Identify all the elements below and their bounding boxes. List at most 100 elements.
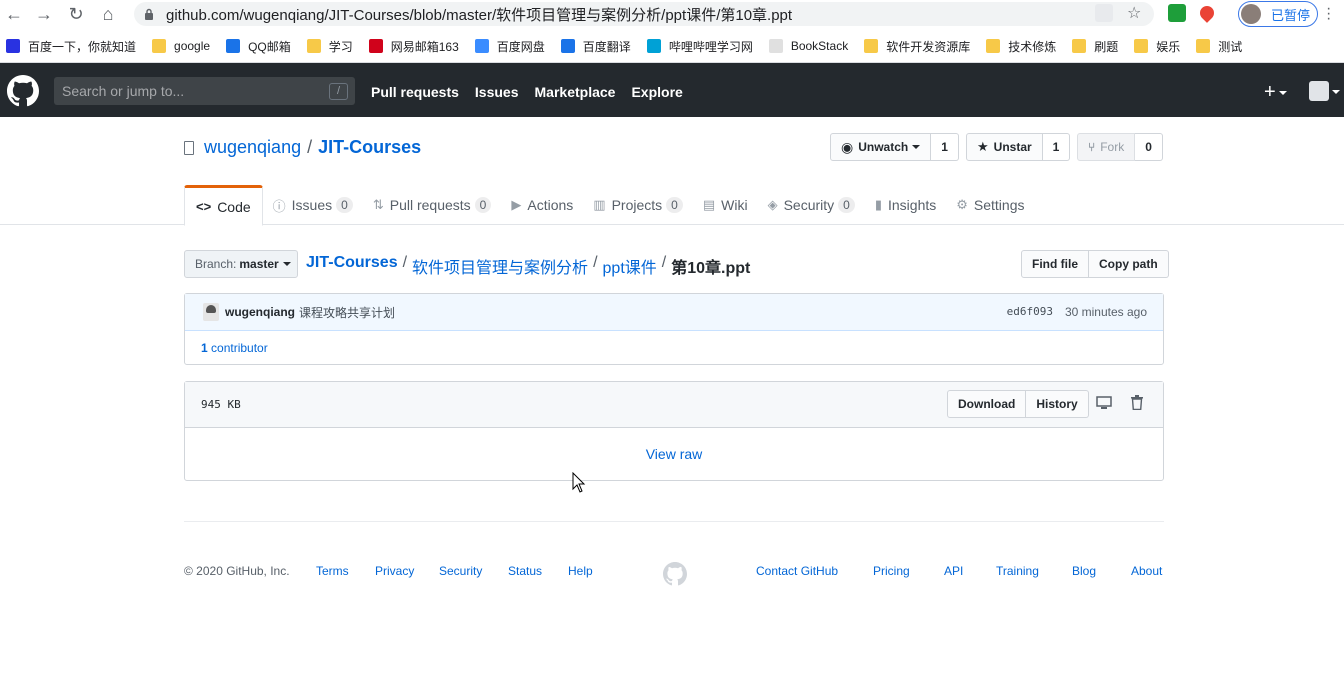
tab-label: Issues [291,197,333,213]
path-separator: / [402,254,408,271]
create-new-button[interactable]: + [1264,81,1287,104]
footer-blog[interactable]: Blog [1072,564,1096,578]
trash-icon[interactable] [1131,395,1143,410]
author-avatar[interactable] [203,303,219,321]
fork-button[interactable]: ⑂ Fork [1077,133,1136,161]
repo-name-link[interactable]: JIT-Courses [318,137,421,158]
lock-icon [145,8,153,20]
repo-owner-link[interactable]: wugenqiang [204,137,301,158]
bookmark-item[interactable]: 学习 [306,38,353,55]
bookmark-item[interactable]: BookStack [768,39,848,53]
home-icon[interactable]: ⌂ [94,0,122,28]
footer-training[interactable]: Training [996,564,1039,578]
nav-issues[interactable]: Issues [475,84,519,100]
tab-label: Actions [527,197,574,213]
bookmark-item[interactable]: 娱乐 [1134,38,1180,55]
folder-icon [1196,39,1211,53]
tab-issues[interactable]: ⓘ Issues 0 [263,185,363,225]
breadcrumb-folder[interactable]: 软件项目管理与案例分析 [412,254,588,278]
footer-api[interactable]: API [944,564,963,578]
forward-icon[interactable]: → [30,0,58,28]
bookmark-item[interactable]: 技术修炼 [986,38,1056,55]
commit-author[interactable]: wugenqiang [225,305,295,319]
footer-contact[interactable]: Contact GitHub [756,564,838,578]
tab-counter: 0 [336,197,353,213]
tab-projects[interactable]: ▥ Projects 0 [583,185,693,225]
reload-icon[interactable]: ↻ [62,0,90,28]
nav-pull-requests[interactable]: Pull requests [371,84,459,100]
translate-icon[interactable] [1095,4,1113,22]
forks-count[interactable]: 0 [1135,133,1163,161]
footer-status[interactable]: Status [508,564,542,578]
copy-path-button[interactable]: Copy path [1089,250,1169,278]
bookmark-item[interactable]: 刷题 [1072,38,1118,55]
netease-icon [368,39,383,53]
fork-label: Fork [1100,140,1125,154]
unwatch-button[interactable]: ◉ Unwatch [830,133,932,161]
tab-label: Projects [611,197,663,213]
search-input[interactable]: Search or jump to... / [54,77,355,105]
stargazers-count[interactable]: 1 [1042,133,1071,161]
unstar-button[interactable]: ★ Unstar [966,133,1043,161]
back-icon[interactable]: ← [0,0,28,28]
tab-counter: 0 [666,197,683,213]
footer-security[interactable]: Security [439,564,482,578]
tab-pull-requests[interactable]: ⇅ Pull requests 0 [363,185,502,225]
tab-code[interactable]: <> Code [184,185,263,226]
commit-sha[interactable]: ed6f093 [1007,305,1053,319]
desktop-icon[interactable] [1096,396,1112,410]
bookmark-item[interactable]: 软件开发资源库 [864,38,970,55]
mouse-cursor-icon [572,472,586,493]
bookmark-item[interactable]: 测试 [1196,38,1242,55]
address-bar[interactable]: github.com/wugenqiang/JIT-Courses/blob/m… [134,2,1154,26]
file-actions: Find file Copy path [1021,250,1169,278]
bookmark-item[interactable]: QQ邮箱 [226,38,291,55]
find-file-button[interactable]: Find file [1021,250,1089,278]
bookmark-item[interactable]: 哔哩哔哩学习网 [646,38,753,55]
bookmark-item[interactable]: 网易邮箱163 [368,38,459,55]
tab-label: Settings [973,197,1025,213]
footer-about[interactable]: About [1131,564,1162,578]
commit-message[interactable]: 课程攻略共享计划 [299,304,395,321]
footer-privacy[interactable]: Privacy [375,564,414,578]
footer-pricing[interactable]: Pricing [873,564,910,578]
header-nav: Pull requests Issues Marketplace Explore [371,84,683,100]
file-size: 945 KB [201,398,241,411]
branch-select[interactable]: Branch: master [184,250,298,278]
star-bookmark-icon[interactable]: ☆ [1127,3,1141,23]
pr-icon: ⇅ [372,197,384,212]
breadcrumb-repo[interactable]: JIT-Courses [306,254,398,278]
search-placeholder: Search or jump to... [62,83,185,99]
tab-settings[interactable]: ⚙ Settings [946,185,1034,225]
tab-label: Wiki [721,197,748,213]
profile-button[interactable]: 已暂停 [1238,1,1318,27]
menu-icon[interactable]: · · · [1326,1,1331,27]
tab-actions[interactable]: ▶ Actions [501,185,583,225]
commit-tease: wugenqiang 课程攻略共享计划 ed6f093 30 minutes a… [184,293,1164,365]
footer-help[interactable]: Help [568,564,593,578]
github-mark-icon[interactable] [663,562,687,586]
view-raw-link[interactable]: View raw [185,446,1163,462]
bookmark-item[interactable]: google [152,39,210,53]
tab-counter: 0 [838,197,855,213]
nav-marketplace[interactable]: Marketplace [535,84,616,100]
github-logo-icon[interactable] [7,75,39,107]
tab-security[interactable]: ◈ Security 0 [758,185,865,225]
nav-explore[interactable]: Explore [631,84,682,100]
contributors-label: contributor [211,341,268,355]
breadcrumb-folder[interactable]: ppt课件 [603,254,657,278]
bookmark-label: 学习 [328,39,353,54]
download-button[interactable]: Download [947,390,1027,418]
unstar-label: Unstar [993,140,1032,154]
history-button[interactable]: History [1026,390,1089,418]
bookmark-item[interactable]: 百度翻译 [560,38,631,55]
user-avatar[interactable] [1309,81,1329,101]
shield-extension-icon[interactable] [1168,4,1186,22]
tab-wiki[interactable]: ▤ Wiki [693,185,758,225]
tab-insights[interactable]: ▮ Insights [865,185,946,225]
contributors-link[interactable]: 1 contributor [185,331,1163,365]
footer-terms[interactable]: Terms [316,564,349,578]
bookmark-item[interactable]: 百度网盘 [474,38,545,55]
watchers-count[interactable]: 1 [931,133,959,161]
bookmark-item[interactable]: 百度一下，你就知道 [6,38,136,55]
